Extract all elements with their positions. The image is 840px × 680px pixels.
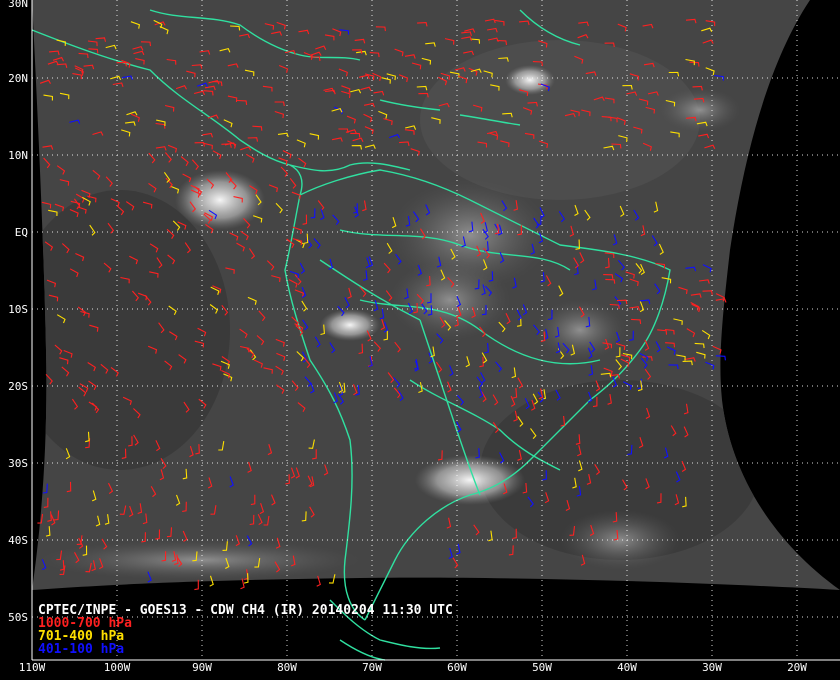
lat-label-30s: 30S — [8, 457, 28, 470]
lon-label-80w: 80W — [277, 661, 297, 674]
lon-label-70w: 70W — [362, 661, 382, 674]
lon-label-110w: 110W — [18, 661, 46, 674]
lon-label-20w: 20W — [787, 661, 807, 674]
lat-label-10n: 10N — [8, 149, 28, 162]
lat-label-30n: 30N — [8, 0, 28, 10]
lon-label-100w: 100W — [103, 661, 131, 674]
lat-label-50s: 50S — [8, 611, 28, 624]
lat-label-20n: 20N — [8, 72, 28, 85]
lon-label-90w: 90W — [192, 661, 212, 674]
title-block: CPTEC/INPE - GOES13 - CDW CH4 (IR) 20140… — [38, 604, 453, 656]
lon-label-50w: 50W — [532, 661, 552, 674]
satellite-map — [31, 0, 840, 661]
lon-label-60w: 60W — [447, 661, 467, 674]
lat-label-eq: EQ — [14, 226, 28, 239]
lat-label-10s: 10S — [8, 303, 28, 316]
ir-image — [32, 0, 840, 590]
lon-label-30w: 30W — [702, 661, 722, 674]
legend-high-level: 401-100 hPa — [38, 642, 125, 657]
lat-label-40s: 40S — [8, 534, 28, 547]
lon-label-40w: 40W — [617, 661, 637, 674]
lat-label-20s: 20S — [8, 380, 28, 393]
